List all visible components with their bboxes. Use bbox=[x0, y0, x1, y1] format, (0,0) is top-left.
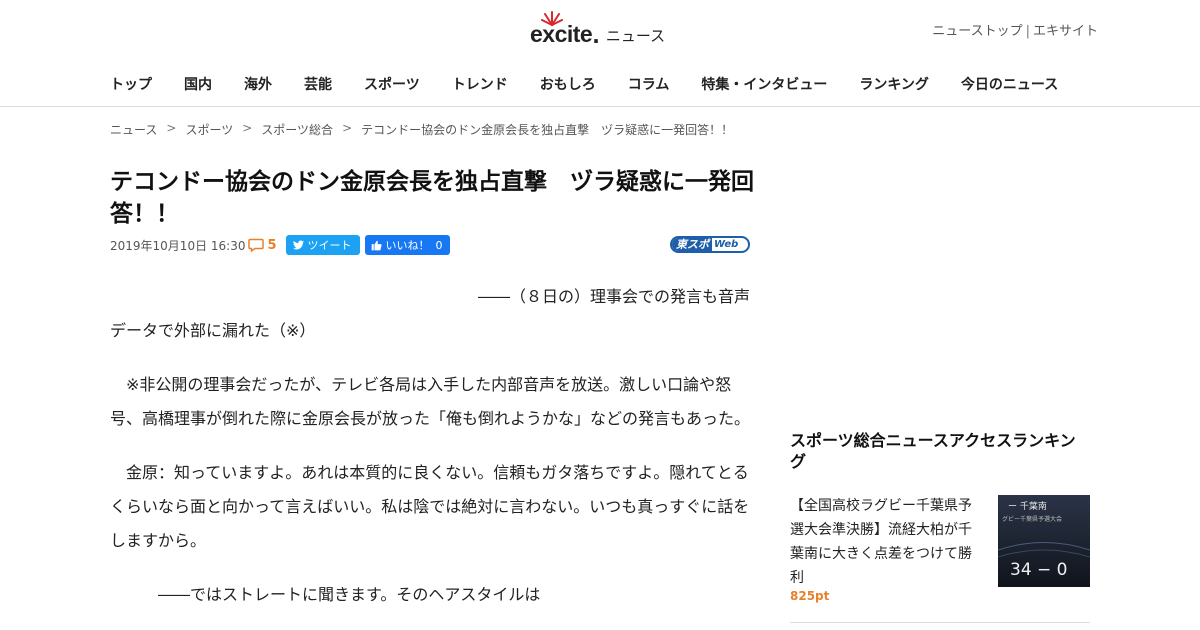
ranking-item[interactable]: 【全国高校ラグビー千葉県予選大会準決勝】流経大柏が千葉南に大きく点差をつけて勝利… bbox=[790, 494, 1090, 614]
global-nav: トップ 国内 海外 芸能 スポーツ トレンド おもしろ コラム 特集・インタビュ… bbox=[110, 76, 1058, 94]
nav-item-fun[interactable]: おもしろ bbox=[540, 76, 596, 94]
nav-item-domestic[interactable]: 国内 bbox=[184, 76, 212, 94]
top-links-separator: | bbox=[1025, 24, 1030, 39]
paragraph-1-line-1: ――（８日の）理事会での発言も音声 bbox=[477, 287, 750, 306]
nav-item-sports[interactable]: スポーツ bbox=[364, 76, 420, 94]
nav-item-column[interactable]: コラム bbox=[628, 76, 670, 94]
nav-item-entertainment[interactable]: 芸能 bbox=[304, 76, 332, 94]
article-meta: 2019年10月10日 16:30 5 ツイート いいね！ 0 東スポ Web bbox=[110, 235, 750, 255]
paragraph-2: ※非公開の理事会だったが、テレビ各局は入手した内部音声を放送。激しい口論や怒号、… bbox=[110, 375, 751, 428]
breadcrumb: ニュース > スポーツ > スポーツ総合 > テコンドー協会のドン金原会長を独占… bbox=[110, 121, 733, 138]
logo-dot: . bbox=[592, 24, 600, 48]
thumbs-up-icon bbox=[371, 240, 382, 250]
ranking-item-text[interactable]: 【全国高校ラグビー千葉県予選大会準決勝】流経大柏が千葉南に大きく点差をつけて勝利 bbox=[790, 494, 980, 590]
nav-item-trend[interactable]: トレンド bbox=[452, 76, 508, 94]
logo-wordmark: excite bbox=[530, 11, 593, 46]
logo-suffix: ニュース bbox=[605, 27, 666, 45]
paragraph-1-line-2: データで外部に漏れた（※） bbox=[110, 321, 316, 340]
site-header: excite . ニュース ニューストップ | エキサイト トップ 国内 海外 … bbox=[0, 0, 1200, 107]
link-news-top[interactable]: ニューストップ bbox=[932, 24, 1022, 40]
tweet-button[interactable]: ツイート bbox=[285, 235, 360, 255]
nav-item-ranking[interactable]: ランキング bbox=[859, 76, 929, 94]
tosupo-web-logo[interactable]: 東スポ Web bbox=[670, 236, 750, 253]
excite-news-logo[interactable]: excite . ニュース bbox=[530, 11, 666, 48]
nav-item-today[interactable]: 今日のニュース bbox=[961, 76, 1058, 94]
nav-item-top[interactable]: トップ bbox=[110, 76, 152, 94]
top-links: ニューストップ | エキサイト bbox=[932, 24, 1098, 40]
article-body: ――（８日の）理事会での発言も音声 データで外部に漏れた（※） ※非公開の理事会… bbox=[110, 280, 750, 630]
ranking-item-thumbnail[interactable]: ー 千葉南 グビー千葉県予選大会 34 − 0 bbox=[998, 495, 1090, 587]
like-label: いいね！ bbox=[385, 239, 430, 252]
thumbnail-score: 34 − 0 bbox=[1010, 560, 1068, 580]
article-date: 2019年10月10日 16:30 bbox=[110, 238, 246, 253]
paragraph-3: 金原：知っていますよ。あれは本質的に良くない。信頼もガタ落ちですよ。隠れてとるく… bbox=[110, 463, 750, 550]
link-excite[interactable]: エキサイト bbox=[1033, 24, 1098, 40]
breadcrumb-news[interactable]: ニュース bbox=[110, 121, 157, 138]
comment-icon[interactable] bbox=[248, 238, 265, 252]
breadcrumb-separator: > bbox=[342, 121, 353, 135]
like-count: 0 bbox=[435, 238, 443, 252]
thumbnail-caption-2: グビー千葉県予選大会 bbox=[1002, 515, 1062, 523]
article-title: テコンドー協会のドン金原会長を独占直撃 ヅラ疑惑に一発回答！！ bbox=[110, 169, 754, 227]
source-logo-web: Web bbox=[714, 239, 739, 250]
thumbnail-caption-1: ー 千葉南 bbox=[1008, 500, 1047, 512]
nav-item-features[interactable]: 特集・インタビュー bbox=[701, 76, 827, 94]
thumbnail-image: ー 千葉南 グビー千葉県予選大会 34 − 0 bbox=[998, 495, 1090, 587]
ranking-item-points: 825pt bbox=[790, 589, 830, 603]
ranking-divider bbox=[790, 622, 1090, 623]
ranking-title: スポーツ総合ニュースアクセスランキング bbox=[790, 431, 1076, 471]
paragraph-4: ――ではストレートに聞きます。そのヘアスタイルは bbox=[158, 585, 541, 604]
breadcrumb-sports-general[interactable]: スポーツ総合 bbox=[261, 121, 333, 138]
nav-item-overseas[interactable]: 海外 bbox=[244, 76, 272, 94]
comment-count[interactable]: 5 bbox=[267, 238, 276, 253]
tweet-label: ツイート bbox=[307, 239, 352, 252]
breadcrumb-separator: > bbox=[166, 121, 177, 135]
source-logo-jp: 東スポ bbox=[672, 238, 712, 251]
breadcrumb-current: テコンドー協会のドン金原会長を独占直撃 ヅラ疑惑に一発回答！！ bbox=[361, 123, 734, 137]
logo-burst-icon bbox=[541, 11, 563, 26]
breadcrumb-separator: > bbox=[242, 121, 253, 135]
twitter-bird-icon bbox=[292, 240, 304, 250]
breadcrumb-sports[interactable]: スポーツ bbox=[185, 121, 233, 138]
like-button[interactable]: いいね！ 0 bbox=[364, 235, 450, 255]
